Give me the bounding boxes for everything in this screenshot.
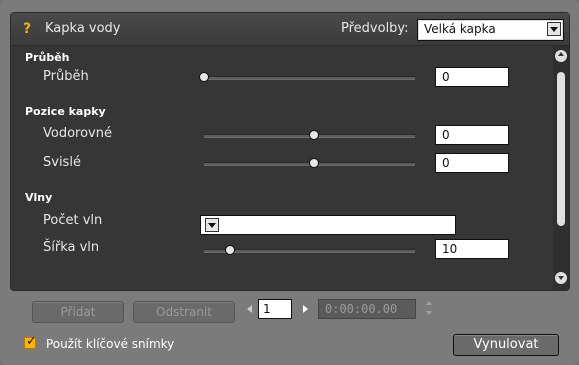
effect-panel-window: ? Kapka vody Předvolby: Velká kapka Průb…	[0, 0, 579, 365]
dropdown-arrow-icon[interactable]	[205, 218, 219, 232]
scroll-down-icon[interactable]	[555, 272, 567, 284]
frame-value: 1	[263, 302, 271, 316]
checkbox-icon[interactable]	[24, 334, 37, 349]
effect-settings-panel: ? Kapka vody Předvolby: Velká kapka Průb…	[10, 12, 570, 291]
row-label-sirka-vln: Šířka vln	[43, 240, 100, 255]
slider-thumb[interactable]	[309, 158, 319, 168]
add-button[interactable]: Přidat	[32, 301, 124, 323]
slider-thumb[interactable]	[199, 72, 209, 82]
slider-vodorovne[interactable]	[204, 130, 415, 140]
slider-sirka-vln[interactable]	[204, 245, 415, 255]
input-value: 10	[442, 242, 458, 256]
input-value: 0	[442, 70, 450, 84]
slider-svisle[interactable]	[204, 158, 415, 168]
input-sirka-vln[interactable]: 10	[435, 239, 509, 259]
vertical-scrollbar[interactable]	[553, 46, 569, 290]
panel-header: ? Kapka vody Předvolby: Velká kapka	[11, 13, 569, 46]
slider-thumb[interactable]	[225, 245, 235, 255]
keyframe-toolbar: Přidat Odstranit 1 0:00:00.00 Použít klí…	[10, 293, 568, 359]
slider-prubeh[interactable]	[199, 72, 415, 82]
nav-right-icon[interactable]	[303, 305, 308, 313]
input-value: 0	[442, 156, 450, 170]
spinner-icon[interactable]	[426, 301, 434, 317]
input-svisle[interactable]: 0	[435, 153, 509, 173]
presets-value: Velká kapka	[424, 22, 496, 36]
section-title-prubeh: Průběh	[25, 51, 70, 64]
help-icon[interactable]: ?	[23, 22, 37, 36]
select-pocet-vln[interactable]: 4	[200, 215, 456, 235]
section-title-vlny: Vlny	[25, 191, 53, 204]
input-vodorovne[interactable]: 0	[435, 125, 509, 145]
scrollbar-thumb[interactable]	[557, 72, 565, 226]
remove-button[interactable]: Odstranit	[133, 301, 235, 323]
row-label-vodorovne: Vodorovné	[43, 126, 112, 141]
section-title-pozice: Pozice kapky	[25, 105, 106, 118]
time-value: 0:00:00.00	[325, 302, 398, 316]
input-value: 0	[442, 128, 450, 142]
reset-button[interactable]: Vynulovat	[453, 334, 559, 356]
presets-label: Předvolby:	[341, 21, 409, 36]
scroll-up-icon[interactable]	[555, 50, 567, 62]
use-keyframes-label: Použít klíčové snímky	[46, 337, 175, 351]
presets-select[interactable]: Velká kapka	[417, 19, 564, 41]
frame-input[interactable]: 1	[258, 299, 292, 319]
slider-thumb[interactable]	[309, 130, 319, 140]
effect-title: Kapka vody	[45, 21, 121, 36]
row-label-prubeh: Průběh	[43, 69, 89, 84]
nav-left-icon[interactable]	[247, 305, 252, 313]
row-label-pocet-vln: Počet vln	[43, 213, 103, 228]
dropdown-arrow-icon[interactable]	[547, 22, 561, 36]
row-label-svisle: Svislé	[43, 155, 81, 170]
time-input[interactable]: 0:00:00.00	[318, 299, 416, 319]
parameters-area: Průběh Průběh 0 Pozice kapky Vodorovné 0…	[11, 46, 569, 290]
input-prubeh[interactable]: 0	[435, 67, 509, 87]
